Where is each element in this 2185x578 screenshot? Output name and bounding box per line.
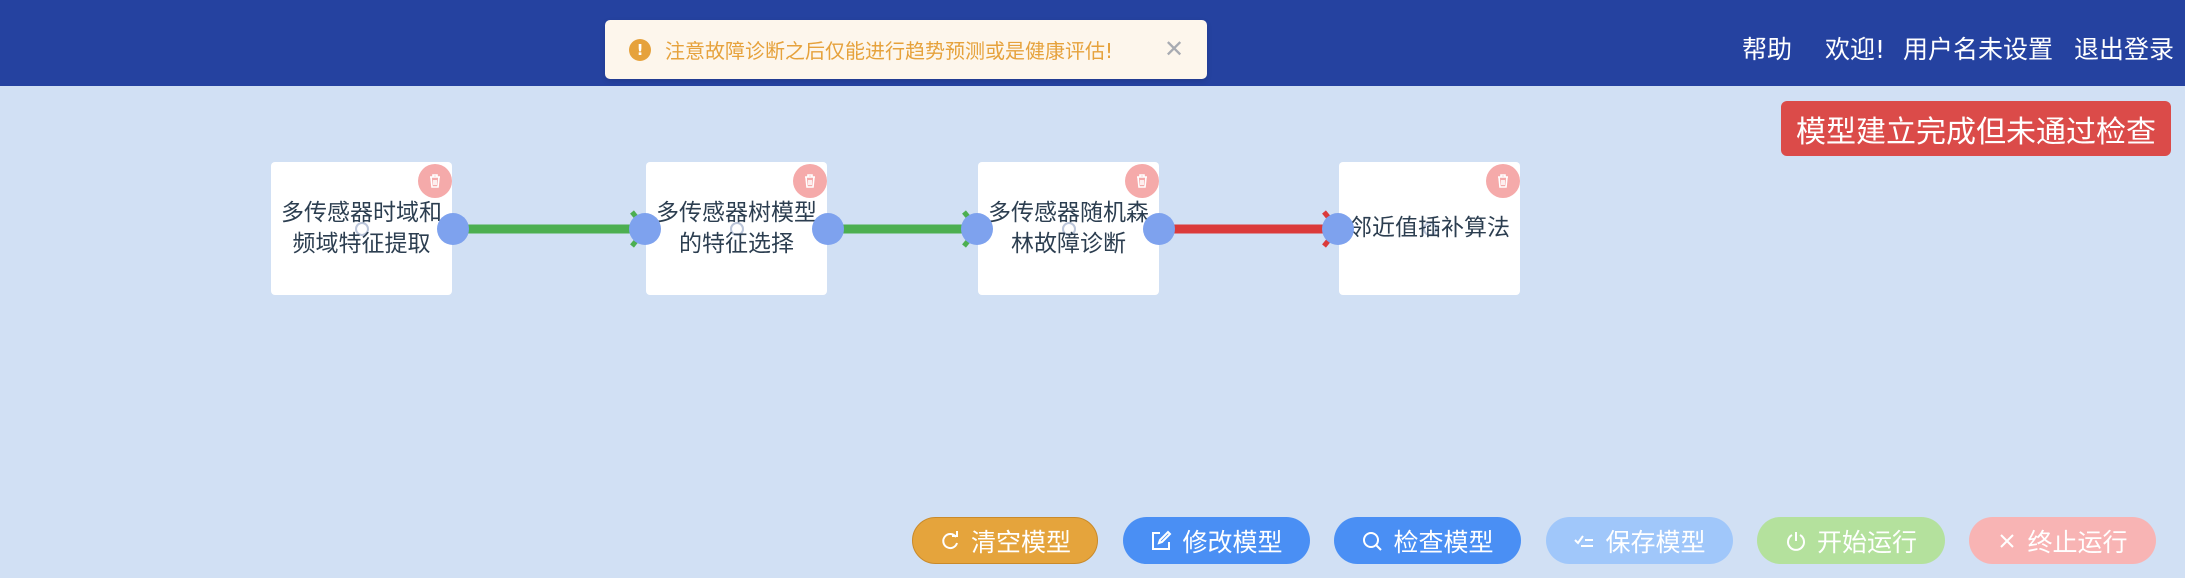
check-model-label: 检查模型 — [1393, 527, 1494, 557]
stop-run-button[interactable]: 终止运行 — [1969, 517, 2156, 564]
node-1-input-port[interactable] — [629, 213, 661, 245]
node-0-output-port[interactable] — [437, 213, 469, 245]
node-time-freq-feature-extraction[interactable]: 多传感器时域和频域特征提取 — [271, 162, 452, 295]
trash-icon — [430, 174, 440, 188]
trash-icon — [1137, 174, 1147, 188]
check-model-button[interactable]: 检查模型 — [1334, 517, 1521, 564]
close-icon[interactable]: ✕ — [1161, 36, 1187, 62]
model-status-badge: 模型建立完成但未通过检查 — [1781, 101, 2171, 156]
delete-node-button[interactable] — [1125, 164, 1159, 198]
node-label: 多传感器树模型的特征选择 — [656, 199, 817, 257]
stop-run-label: 终止运行 — [2027, 527, 2128, 557]
delete-node-button[interactable] — [418, 164, 452, 198]
edit-model-button[interactable]: 修改模型 — [1123, 517, 1310, 564]
clear-model-label: 清空模型 — [970, 527, 1071, 557]
refresh-icon — [942, 530, 958, 549]
delete-node-button[interactable] — [1486, 164, 1520, 198]
close-icon — [2000, 533, 2015, 548]
start-run-label: 开始运行 — [1816, 527, 1917, 557]
node-knn-imputation[interactable]: 邻近值插补算法 — [1339, 162, 1520, 295]
trash-icon — [805, 174, 815, 188]
power-icon — [1787, 531, 1805, 551]
search-icon — [1363, 531, 1383, 551]
edit-icon — [1152, 530, 1172, 550]
edit-model-label: 修改模型 — [1182, 527, 1283, 557]
node-2-output-port[interactable] — [1143, 213, 1175, 245]
start-run-button[interactable]: 开始运行 — [1757, 517, 1945, 564]
clear-model-button[interactable]: 清空模型 — [912, 517, 1098, 564]
trash-icon — [1498, 174, 1508, 188]
welcome-text: 欢迎! — [1825, 35, 1886, 64]
node-label: 多传感器时域和频域特征提取 — [281, 199, 442, 257]
username-link[interactable]: 用户名未设置 — [1903, 30, 2053, 66]
warning-toast: ! 注意故障诊断之后仅能进行趋势预测或是健康评估! ✕ — [605, 20, 1207, 79]
node-label: 邻近值插补算法 — [1349, 215, 1510, 241]
node-random-forest-diagnosis[interactable]: 多传感器随机森林故障诊断 — [978, 162, 1159, 295]
save-model-button[interactable]: 保存模型 — [1546, 517, 1733, 564]
toast-message: 注意故障诊断之后仅能进行趋势预测或是健康评估! — [665, 39, 1114, 63]
logout-link[interactable]: 退出登录 — [2074, 30, 2174, 66]
node-1-output-port[interactable] — [812, 213, 844, 245]
delete-node-button[interactable] — [793, 164, 827, 198]
warning-icon: ! — [629, 38, 651, 61]
checklist-icon — [1574, 534, 1594, 547]
node-tree-feature-selection[interactable]: 多传感器树模型的特征选择 — [646, 162, 827, 295]
node-3-input-port[interactable] — [1322, 213, 1354, 245]
node-2-input-port[interactable] — [961, 213, 993, 245]
node-label: 多传感器随机森林故障诊断 — [988, 199, 1149, 257]
save-model-label: 保存模型 — [1605, 527, 1706, 557]
help-link[interactable]: 帮助 — [1742, 30, 1792, 66]
